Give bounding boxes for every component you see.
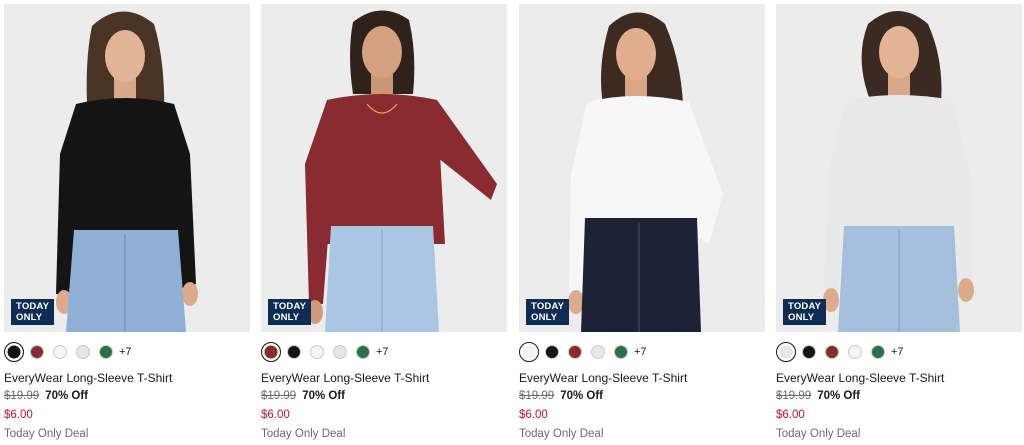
price-row: $19.99 70% Off: [776, 390, 860, 402]
original-price: $19.99: [776, 390, 812, 402]
price-row: $19.99 70% Off: [261, 390, 345, 402]
swatch-white[interactable]: [53, 345, 67, 359]
deal-label: Today Only Deal: [4, 428, 89, 440]
deal-label: Today Only Deal: [776, 428, 861, 440]
today-only-badge: TODAY ONLY: [526, 299, 570, 325]
swatch-green[interactable]: [614, 345, 628, 359]
product-image[interactable]: TODAY ONLY: [4, 4, 250, 332]
product-name[interactable]: EveryWear Long-Sleeve T-Shirt: [519, 371, 687, 385]
more-colors-link[interactable]: +7: [119, 346, 132, 358]
product-name[interactable]: EveryWear Long-Sleeve T-Shirt: [261, 371, 429, 385]
swatch-burgundy[interactable]: [825, 345, 839, 359]
swatch-light-heather[interactable]: [776, 342, 796, 362]
original-price: $19.99: [261, 390, 297, 402]
discount-label: 70% Off: [45, 390, 89, 402]
today-only-badge: TODAY ONLY: [268, 299, 312, 325]
swatch-black[interactable]: [287, 345, 301, 359]
swatch-burgundy[interactable]: [261, 342, 281, 362]
sale-price: $6.00: [4, 409, 33, 421]
color-swatches: +7: [261, 342, 389, 362]
product-card[interactable]: TODAY ONLY +7 EveryWear Long-Sleeve T-Shi…: [519, 0, 765, 445]
swatch-light-heather[interactable]: [591, 345, 605, 359]
more-colors-link[interactable]: +7: [634, 346, 647, 358]
swatch-black[interactable]: [802, 345, 816, 359]
model-photo: [4, 4, 250, 332]
discount-label: 70% Off: [560, 390, 604, 402]
swatch-white[interactable]: [519, 342, 539, 362]
swatch-green[interactable]: [356, 345, 370, 359]
swatch-black[interactable]: [4, 342, 24, 362]
discount-label: 70% Off: [302, 390, 346, 402]
product-image[interactable]: TODAY ONLY: [776, 4, 1022, 332]
price-row: $19.99 70% Off: [4, 390, 88, 402]
product-grid: TODAY ONLY +7 EveryWear Long-Sleeve T-Shi…: [0, 0, 1024, 445]
original-price: $19.99: [519, 390, 555, 402]
sale-price: $6.00: [776, 409, 805, 421]
original-price: $19.99: [4, 390, 40, 402]
swatch-green[interactable]: [871, 345, 885, 359]
swatch-white[interactable]: [310, 345, 324, 359]
swatch-light-heather[interactable]: [76, 345, 90, 359]
more-colors-link[interactable]: +7: [891, 346, 904, 358]
deal-label: Today Only Deal: [519, 428, 604, 440]
today-only-badge: TODAY ONLY: [11, 299, 55, 325]
model-photo: [261, 4, 507, 332]
more-colors-link[interactable]: +7: [376, 346, 389, 358]
product-name[interactable]: EveryWear Long-Sleeve T-Shirt: [776, 371, 944, 385]
deal-label: Today Only Deal: [261, 428, 346, 440]
sale-price: $6.00: [519, 409, 548, 421]
product-card[interactable]: TODAY ONLY +7 EveryWear Long-Sleeve T-Shi…: [776, 0, 1022, 445]
color-swatches: +7: [519, 342, 647, 362]
sale-price: $6.00: [261, 409, 290, 421]
swatch-light-heather[interactable]: [333, 345, 347, 359]
product-card[interactable]: TODAY ONLY +7 EveryWear Long-Sleeve T-Shi…: [4, 0, 250, 445]
price-row: $19.99 70% Off: [519, 390, 603, 402]
product-image[interactable]: TODAY ONLY: [261, 4, 507, 332]
swatch-black[interactable]: [545, 345, 559, 359]
color-swatches: +7: [4, 342, 132, 362]
color-swatches: +7: [776, 342, 904, 362]
product-image[interactable]: TODAY ONLY: [519, 4, 765, 332]
swatch-green[interactable]: [99, 345, 113, 359]
discount-label: 70% Off: [817, 390, 861, 402]
model-photo: [776, 4, 1022, 332]
today-only-badge: TODAY ONLY: [783, 299, 827, 325]
product-card[interactable]: TODAY ONLY +7 EveryWear Long-Sleeve T-Shi…: [261, 0, 507, 445]
product-name[interactable]: EveryWear Long-Sleeve T-Shirt: [4, 371, 172, 385]
model-photo: [519, 4, 765, 332]
swatch-burgundy[interactable]: [568, 345, 582, 359]
swatch-burgundy[interactable]: [30, 345, 44, 359]
swatch-white[interactable]: [848, 345, 862, 359]
